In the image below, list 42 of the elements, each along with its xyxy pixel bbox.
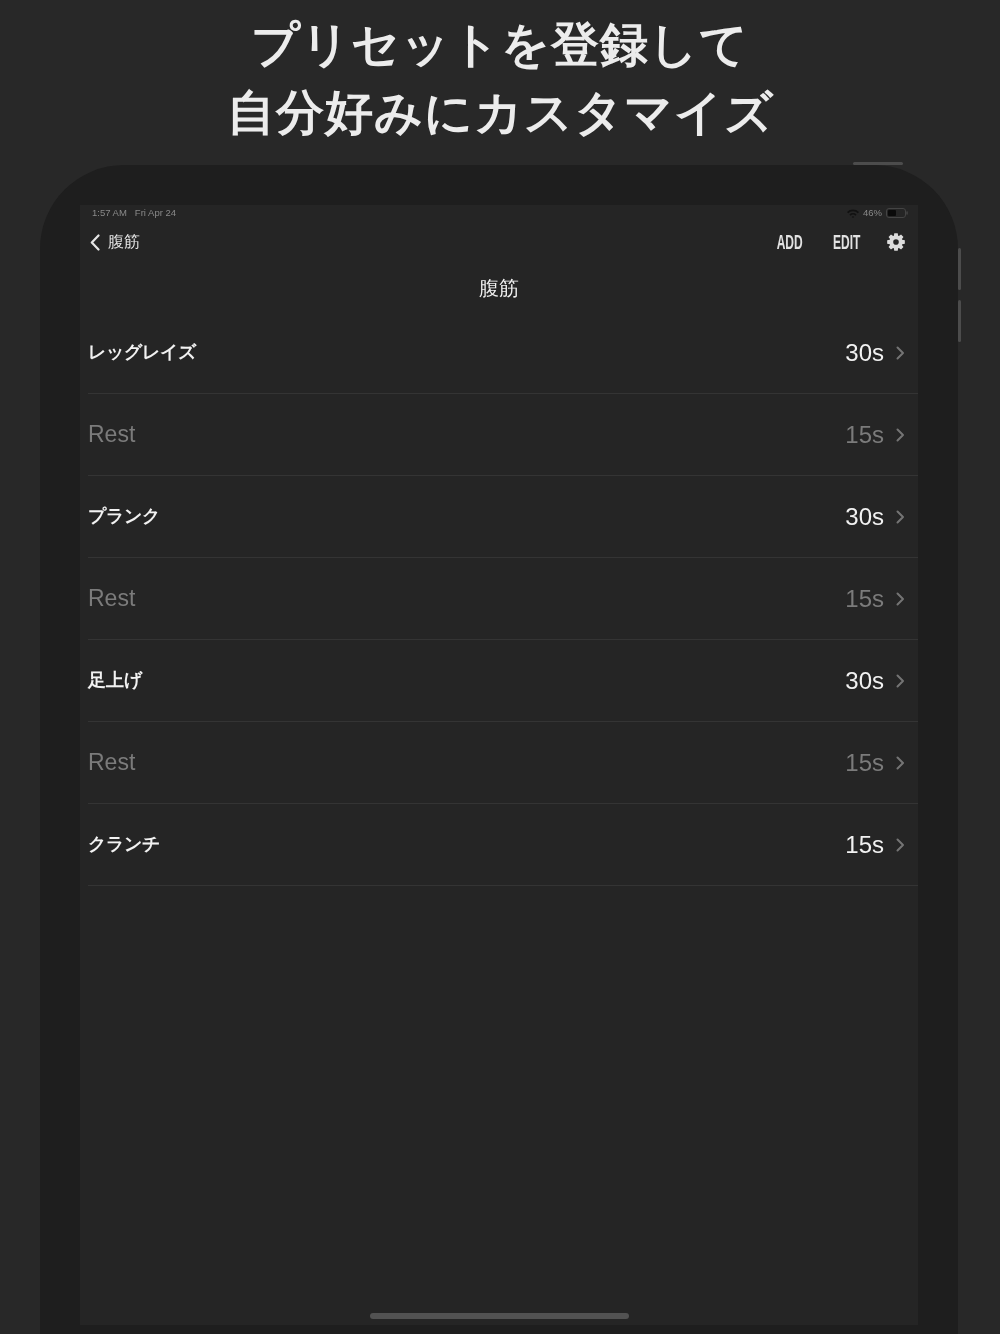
list-row[interactable]: クランチ 15s [88,804,918,886]
list-row[interactable]: Rest 15s [88,558,918,640]
chevron-right-icon [896,509,905,524]
chevron-right-icon [896,755,905,770]
item-duration: 15s [845,419,884,450]
chevron-right-icon [896,673,905,688]
item-duration: 30s [845,665,884,696]
screen-title: 腹筋 [479,275,519,301]
status-date: Fri Apr 24 [134,205,177,220]
headline: プリセットを登録して 自分好みにカスタマイズ [225,17,775,141]
chevron-right-icon [896,345,905,360]
item-name: 足上げ [88,669,144,692]
list-row[interactable]: 足上げ 30s [88,640,918,722]
item-duration: 15s [845,747,884,778]
settings-icon[interactable] [887,233,905,251]
action-button[interactable]: EDIT [833,232,861,252]
item-name: プランク [88,505,161,528]
item-name: Rest [88,584,137,614]
item-duration: 30s [845,501,884,532]
item-name: レッグレイズ [88,341,198,364]
chevron-left-icon [90,233,100,251]
top-edge-key [853,162,903,165]
chevron-right-icon [896,837,905,852]
item-name: Rest [88,420,137,450]
status-time: 1:57 AM [92,205,127,220]
list-row[interactable]: プランク 30s [88,476,918,558]
side-edge-key [958,248,961,290]
chevron-right-icon [896,591,905,606]
item-duration: 30s [845,337,884,368]
battery-percent: 46% [863,205,882,220]
action-button[interactable]: ADD [776,232,803,252]
item-duration: 15s [845,583,884,614]
item-duration: 15s [845,829,884,860]
chevron-right-icon [896,427,905,442]
list-row[interactable]: Rest 15s [88,394,918,476]
list-row[interactable]: Rest 15s [88,722,918,804]
item-name: Rest [88,748,137,778]
battery-icon [886,208,908,218]
item-name: クランチ [88,833,161,856]
back-button[interactable]: 腹筋 [90,230,140,254]
side-edge-key [958,300,961,342]
list-row[interactable]: レッグレイズ 30s [88,312,918,394]
